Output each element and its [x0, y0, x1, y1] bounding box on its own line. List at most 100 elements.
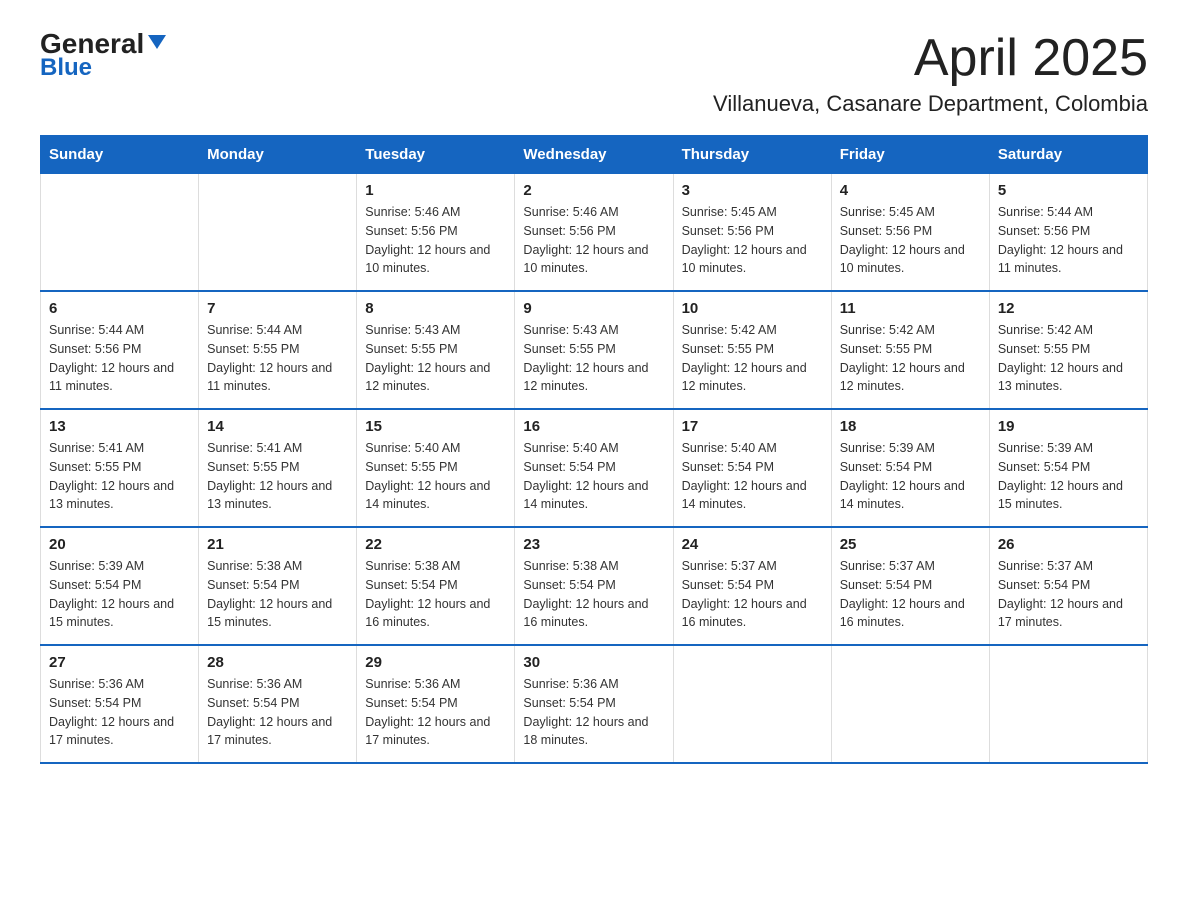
- table-row: [199, 174, 357, 292]
- table-row: 14 Sunrise: 5:41 AM Sunset: 5:55 PM Dayli…: [199, 409, 357, 527]
- calendar-week-row: 20 Sunrise: 5:39 AM Sunset: 5:54 PM Dayli…: [41, 527, 1148, 645]
- day-number: 25: [840, 536, 981, 553]
- day-info: Sunrise: 5:38 AM Sunset: 5:54 PM Dayligh…: [523, 557, 664, 632]
- day-number: 5: [998, 182, 1139, 199]
- calendar-subtitle: Villanueva, Casanare Department, Colombi…: [713, 91, 1148, 117]
- day-info: Sunrise: 5:42 AM Sunset: 5:55 PM Dayligh…: [998, 321, 1139, 396]
- day-number: 15: [365, 418, 506, 435]
- day-number: 9: [523, 300, 664, 317]
- table-row: 16 Sunrise: 5:40 AM Sunset: 5:54 PM Dayli…: [515, 409, 673, 527]
- table-row: 26 Sunrise: 5:37 AM Sunset: 5:54 PM Dayli…: [989, 527, 1147, 645]
- day-number: 26: [998, 536, 1139, 553]
- calendar-header-row: Sunday Monday Tuesday Wednesday Thursday…: [41, 136, 1148, 174]
- day-number: 28: [207, 654, 348, 671]
- day-number: 14: [207, 418, 348, 435]
- day-info: Sunrise: 5:37 AM Sunset: 5:54 PM Dayligh…: [682, 557, 823, 632]
- day-info: Sunrise: 5:42 AM Sunset: 5:55 PM Dayligh…: [682, 321, 823, 396]
- day-number: 20: [49, 536, 190, 553]
- day-info: Sunrise: 5:45 AM Sunset: 5:56 PM Dayligh…: [840, 203, 981, 278]
- table-row: 27 Sunrise: 5:36 AM Sunset: 5:54 PM Dayli…: [41, 645, 199, 763]
- table-row: 25Sunrise: 5:37 AM Sunset: 5:54 PM Dayli…: [831, 527, 989, 645]
- day-info: Sunrise: 5:43 AM Sunset: 5:55 PM Dayligh…: [523, 321, 664, 396]
- day-number: 3: [682, 182, 823, 199]
- day-number: 24: [682, 536, 823, 553]
- table-row: [989, 645, 1147, 763]
- title-block: April 2025 Villanueva, Casanare Departme…: [713, 30, 1148, 117]
- day-info: Sunrise: 5:37 AM Sunset: 5:54 PM Dayligh…: [998, 557, 1139, 632]
- table-row: 12 Sunrise: 5:42 AM Sunset: 5:55 PM Dayli…: [989, 291, 1147, 409]
- table-row: 4 Sunrise: 5:45 AM Sunset: 5:56 PM Daylig…: [831, 174, 989, 292]
- table-row: 11Sunrise: 5:42 AM Sunset: 5:55 PM Dayli…: [831, 291, 989, 409]
- day-info: Sunrise: 5:38 AM Sunset: 5:54 PM Dayligh…: [365, 557, 506, 632]
- day-number: 18: [840, 418, 981, 435]
- day-number: 8: [365, 300, 506, 317]
- table-row: 19 Sunrise: 5:39 AM Sunset: 5:54 PM Dayli…: [989, 409, 1147, 527]
- table-row: 21Sunrise: 5:38 AM Sunset: 5:54 PM Dayli…: [199, 527, 357, 645]
- day-info: Sunrise: 5:44 AM Sunset: 5:55 PM Dayligh…: [207, 321, 348, 396]
- table-row: 6 Sunrise: 5:44 AM Sunset: 5:56 PM Daylig…: [41, 291, 199, 409]
- col-tuesday: Tuesday: [357, 136, 515, 174]
- calendar-week-row: 13 Sunrise: 5:41 AM Sunset: 5:55 PM Dayli…: [41, 409, 1148, 527]
- day-info: Sunrise: 5:36 AM Sunset: 5:54 PM Dayligh…: [523, 675, 664, 750]
- calendar-week-row: 1 Sunrise: 5:46 AM Sunset: 5:56 PM Daylig…: [41, 174, 1148, 292]
- table-row: 29 Sunrise: 5:36 AM Sunset: 5:54 PM Dayli…: [357, 645, 515, 763]
- calendar-week-row: 27 Sunrise: 5:36 AM Sunset: 5:54 PM Dayli…: [41, 645, 1148, 763]
- day-info: Sunrise: 5:40 AM Sunset: 5:54 PM Dayligh…: [523, 439, 664, 514]
- day-info: Sunrise: 5:36 AM Sunset: 5:54 PM Dayligh…: [49, 675, 190, 750]
- day-info: Sunrise: 5:40 AM Sunset: 5:54 PM Dayligh…: [682, 439, 823, 514]
- table-row: 1Sunrise: 5:46 AM Sunset: 5:56 PM Daylig…: [357, 174, 515, 292]
- table-row: 3 Sunrise: 5:45 AM Sunset: 5:56 PM Daylig…: [673, 174, 831, 292]
- calendar-table: Sunday Monday Tuesday Wednesday Thursday…: [40, 135, 1148, 764]
- day-number: 7: [207, 300, 348, 317]
- day-number: 23: [523, 536, 664, 553]
- day-info: Sunrise: 5:46 AM Sunset: 5:56 PM Dayligh…: [523, 203, 664, 278]
- table-row: 20 Sunrise: 5:39 AM Sunset: 5:54 PM Dayli…: [41, 527, 199, 645]
- day-info: Sunrise: 5:44 AM Sunset: 5:56 PM Dayligh…: [49, 321, 190, 396]
- calendar-week-row: 6 Sunrise: 5:44 AM Sunset: 5:56 PM Daylig…: [41, 291, 1148, 409]
- day-info: Sunrise: 5:44 AM Sunset: 5:56 PM Dayligh…: [998, 203, 1139, 278]
- day-number: 2: [523, 182, 664, 199]
- day-number: 13: [49, 418, 190, 435]
- day-info: Sunrise: 5:39 AM Sunset: 5:54 PM Dayligh…: [49, 557, 190, 632]
- table-row: 9 Sunrise: 5:43 AM Sunset: 5:55 PM Daylig…: [515, 291, 673, 409]
- day-number: 30: [523, 654, 664, 671]
- day-number: 29: [365, 654, 506, 671]
- table-row: 28 Sunrise: 5:36 AM Sunset: 5:54 PM Dayli…: [199, 645, 357, 763]
- day-number: 22: [365, 536, 506, 553]
- table-row: [831, 645, 989, 763]
- logo-text-blue: Blue: [40, 54, 92, 82]
- day-info: Sunrise: 5:40 AM Sunset: 5:55 PM Dayligh…: [365, 439, 506, 514]
- day-number: 1: [365, 182, 506, 199]
- day-info: Sunrise: 5:45 AM Sunset: 5:56 PM Dayligh…: [682, 203, 823, 278]
- day-info: Sunrise: 5:42 AM Sunset: 5:55 PM Dayligh…: [840, 321, 981, 396]
- day-info: Sunrise: 5:36 AM Sunset: 5:54 PM Dayligh…: [207, 675, 348, 750]
- day-number: 27: [49, 654, 190, 671]
- calendar-title: April 2025: [713, 30, 1148, 87]
- day-info: Sunrise: 5:36 AM Sunset: 5:54 PM Dayligh…: [365, 675, 506, 750]
- day-number: 12: [998, 300, 1139, 317]
- day-number: 19: [998, 418, 1139, 435]
- logo-arrow-icon: [146, 31, 168, 53]
- table-row: [673, 645, 831, 763]
- day-number: 17: [682, 418, 823, 435]
- day-info: Sunrise: 5:41 AM Sunset: 5:55 PM Dayligh…: [207, 439, 348, 514]
- table-row: 10 Sunrise: 5:42 AM Sunset: 5:55 PM Dayli…: [673, 291, 831, 409]
- col-wednesday: Wednesday: [515, 136, 673, 174]
- table-row: 5 Sunrise: 5:44 AM Sunset: 5:56 PM Daylig…: [989, 174, 1147, 292]
- col-saturday: Saturday: [989, 136, 1147, 174]
- col-sunday: Sunday: [41, 136, 199, 174]
- table-row: 8 Sunrise: 5:43 AM Sunset: 5:55 PM Daylig…: [357, 291, 515, 409]
- table-row: 23 Sunrise: 5:38 AM Sunset: 5:54 PM Dayli…: [515, 527, 673, 645]
- day-number: 4: [840, 182, 981, 199]
- day-number: 6: [49, 300, 190, 317]
- day-number: 16: [523, 418, 664, 435]
- day-info: Sunrise: 5:39 AM Sunset: 5:54 PM Dayligh…: [998, 439, 1139, 514]
- page-header: General Blue April 2025 Villanueva, Casa…: [40, 30, 1148, 117]
- day-info: Sunrise: 5:43 AM Sunset: 5:55 PM Dayligh…: [365, 321, 506, 396]
- col-friday: Friday: [831, 136, 989, 174]
- table-row: [41, 174, 199, 292]
- col-monday: Monday: [199, 136, 357, 174]
- day-info: Sunrise: 5:39 AM Sunset: 5:54 PM Dayligh…: [840, 439, 981, 514]
- day-number: 10: [682, 300, 823, 317]
- logo: General Blue: [40, 30, 168, 82]
